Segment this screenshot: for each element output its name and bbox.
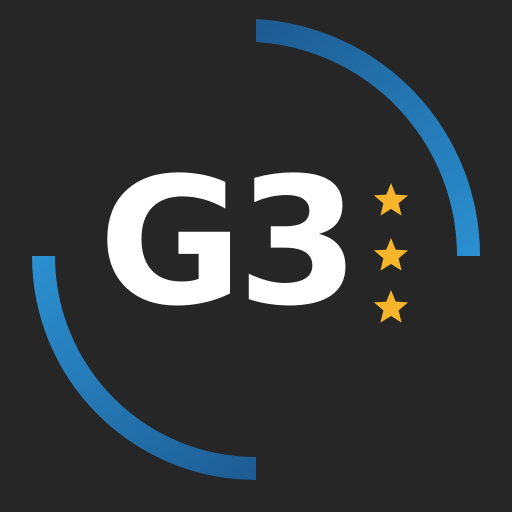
star-icon xyxy=(373,238,409,271)
app-icon: G3 xyxy=(0,0,512,512)
logo-text: G3 xyxy=(99,140,354,345)
logo-graphic: G3 xyxy=(32,19,481,480)
star-icon xyxy=(373,183,409,216)
rating-stars xyxy=(373,183,409,323)
star-icon xyxy=(373,290,409,323)
